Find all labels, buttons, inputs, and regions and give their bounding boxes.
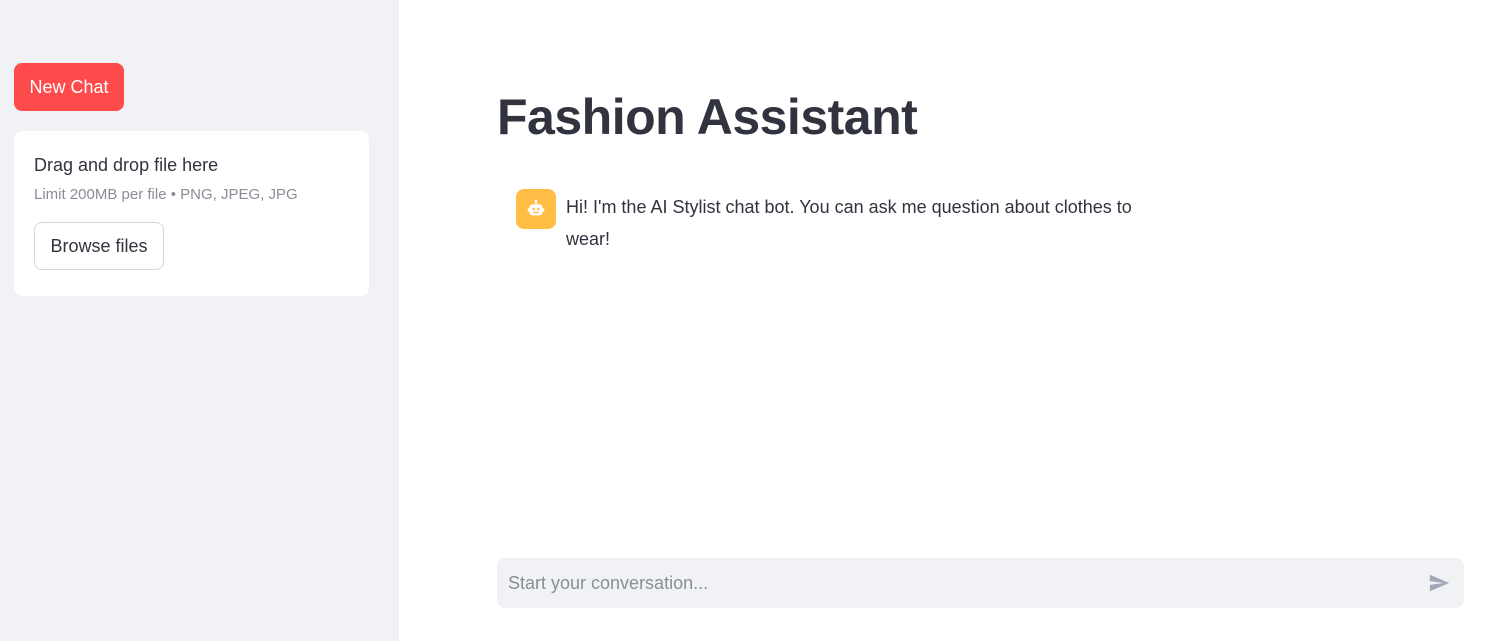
send-button[interactable] <box>1414 558 1464 608</box>
browse-files-button[interactable]: Browse files <box>34 222 164 270</box>
main-content: Fashion Assistant Hi! I'm the AI Stylist… <box>399 0 1512 641</box>
robot-icon <box>516 189 556 229</box>
page-title: Fashion Assistant <box>497 89 918 145</box>
send-icon <box>1429 574 1450 592</box>
chat-message-text: Hi! I'm the AI Stylist chat bot. You can… <box>566 197 1132 249</box>
file-uploader[interactable]: Drag and drop file here Limit 200MB per … <box>14 131 369 296</box>
app: New Chat Drag and drop file here Limit 2… <box>0 0 1512 641</box>
uploader-limit-text: Limit 200MB per file • PNG, JPEG, JPG <box>34 186 298 203</box>
chat-message-assistant: Hi! I'm the AI Stylist chat bot. You can… <box>516 189 1166 255</box>
chat-input-container <box>497 558 1464 608</box>
new-chat-button[interactable]: New Chat <box>14 63 124 111</box>
sidebar: New Chat Drag and drop file here Limit 2… <box>0 0 399 641</box>
uploader-title: Drag and drop file here <box>34 155 219 175</box>
chat-input[interactable] <box>497 558 1414 608</box>
